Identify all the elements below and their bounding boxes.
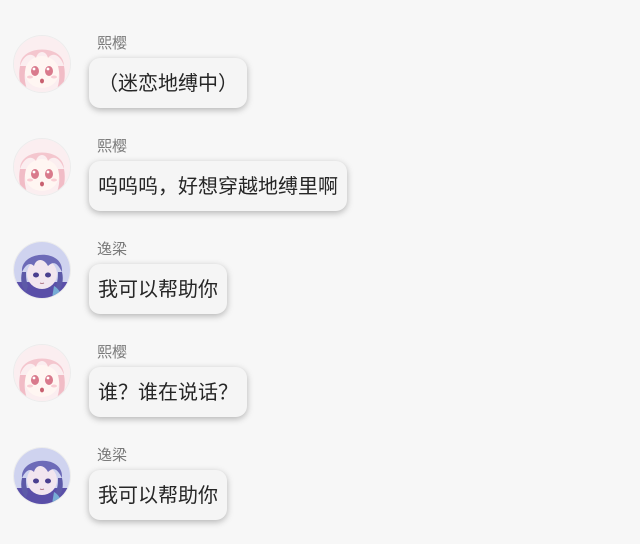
message-bubble[interactable]: （迷恋地缚中） <box>89 58 247 108</box>
sender-name: 逸梁 <box>97 240 128 258</box>
avatar[interactable] <box>14 242 70 298</box>
message-bubble[interactable]: 呜呜呜，好想穿越地缚里啊 <box>89 161 347 211</box>
avatar[interactable] <box>14 448 70 504</box>
chat-thread: 熙樱 （迷恋地缚中） 熙樱 呜呜呜，好想穿越地缚里啊 逸梁 我可以帮助你 熙樱 … <box>0 0 640 544</box>
avatar[interactable] <box>14 36 70 92</box>
avatar[interactable] <box>14 139 70 195</box>
purple-hair-boy-avatar-icon <box>14 242 70 298</box>
pink-hair-girl-avatar-icon <box>14 36 70 92</box>
pink-hair-girl-avatar-icon <box>14 139 70 195</box>
chat-message: 熙樱 呜呜呜，好想穿越地缚里啊 <box>0 137 640 229</box>
sender-name: 熙樱 <box>97 343 128 361</box>
chat-message: 逸梁 我可以帮助你 <box>0 240 640 332</box>
pink-hair-girl-avatar-icon <box>14 345 70 401</box>
sender-name: 熙樱 <box>97 34 128 52</box>
avatar[interactable] <box>14 345 70 401</box>
purple-hair-boy-avatar-icon <box>14 448 70 504</box>
sender-name: 逸梁 <box>97 446 128 464</box>
chat-message: 熙樱 谁？谁在说话？ <box>0 343 640 435</box>
message-bubble[interactable]: 我可以帮助你 <box>89 264 227 314</box>
sender-name: 熙樱 <box>97 137 128 155</box>
chat-message: 熙樱 （迷恋地缚中） <box>0 34 640 126</box>
message-bubble[interactable]: 我可以帮助你 <box>89 470 227 520</box>
message-bubble[interactable]: 谁？谁在说话？ <box>89 367 247 417</box>
chat-message: 逸梁 我可以帮助你 <box>0 446 640 538</box>
